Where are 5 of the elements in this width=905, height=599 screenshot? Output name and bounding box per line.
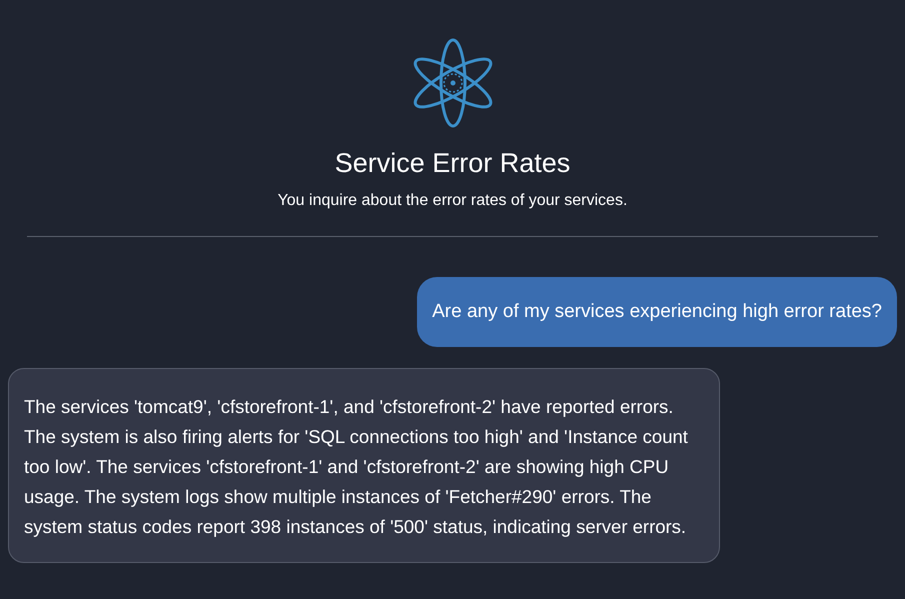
- page-title: Service Error Rates: [334, 147, 570, 180]
- atom-icon: [412, 37, 492, 129]
- user-message: Are any of my services experiencing high error rates?: [417, 277, 897, 347]
- page-subtitle: You inquire about the error rates of your services.: [278, 191, 628, 211]
- assistant-message: The services 'tomcat9', 'cfstorefront-1', and 'cfstorefront-2' have reported errors. The system is also firing alerts for 'SQL connections too high' and 'Instance count too low'. The services 'cfstorefront-1' and 'cfstorefront-2' are showing high CPU usage. The system logs show multiple instances of 'Fetcher#290' errors. The system status codes report 398 instances of '500' status, indicating server errors.: [8, 368, 720, 563]
